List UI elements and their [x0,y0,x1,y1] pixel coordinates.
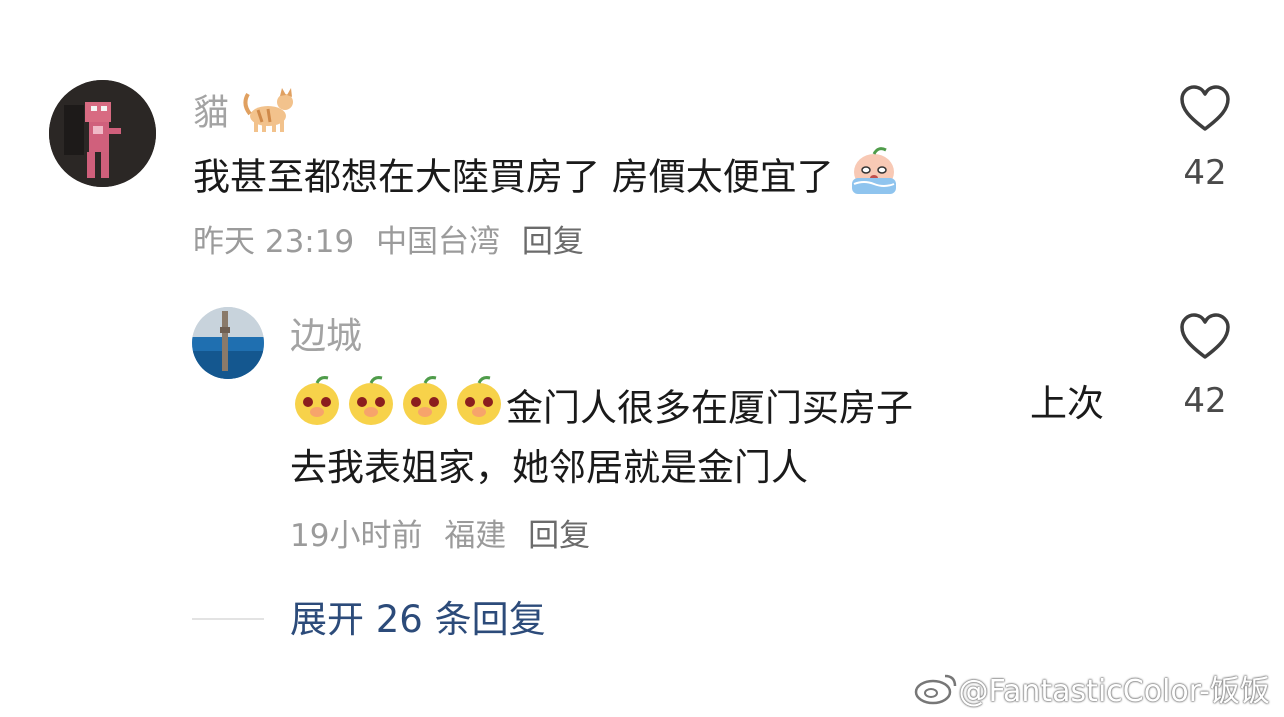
expand-replies-button[interactable]: 展开 26 条回复 [290,597,546,643]
comment-location: 福建 [444,518,507,554]
reply-button[interactable]: 回复 [528,518,590,554]
heart-icon [1180,85,1230,131]
comment-time: 19小时前 [290,518,423,554]
like-button[interactable] [1179,313,1231,365]
comment-text-line1-tail: 上次 [1030,382,1104,425]
divider [192,618,264,620]
comment-username[interactable]: 貓 [193,84,300,145]
comment-text-line2: 去我表姐家，她邻居就是金门人 [290,446,808,489]
crying-emoji-icon [846,144,902,214]
comment-text-line1: 金门人很多在厦门买房子 [290,374,913,446]
comment-meta: 19小时前 福建 回复 [290,516,602,556]
cat-emoji-icon [240,84,300,145]
watermark: @FantasticColor-饭饭 [913,666,1270,710]
weibo-logo-icon [914,674,956,705]
like-count: 42 [1183,153,1227,193]
comment-text: 我甚至都想在大陸買房了 房價太便宜了 [193,144,902,214]
comment-meta: 昨天 23:19 中国台湾 回复 [193,222,596,262]
avatar[interactable] [192,307,264,379]
heart-icon [1180,313,1230,359]
reply-button[interactable]: 回复 [522,224,584,260]
comment-location: 中国台湾 [376,224,501,260]
mango-emoji-icon [290,374,506,446]
avatar[interactable] [49,80,156,187]
comment-time: 昨天 23:19 [193,224,355,260]
comment-username[interactable]: 边城 [290,315,362,359]
like-count: 42 [1183,381,1227,421]
like-button[interactable] [1179,85,1231,137]
